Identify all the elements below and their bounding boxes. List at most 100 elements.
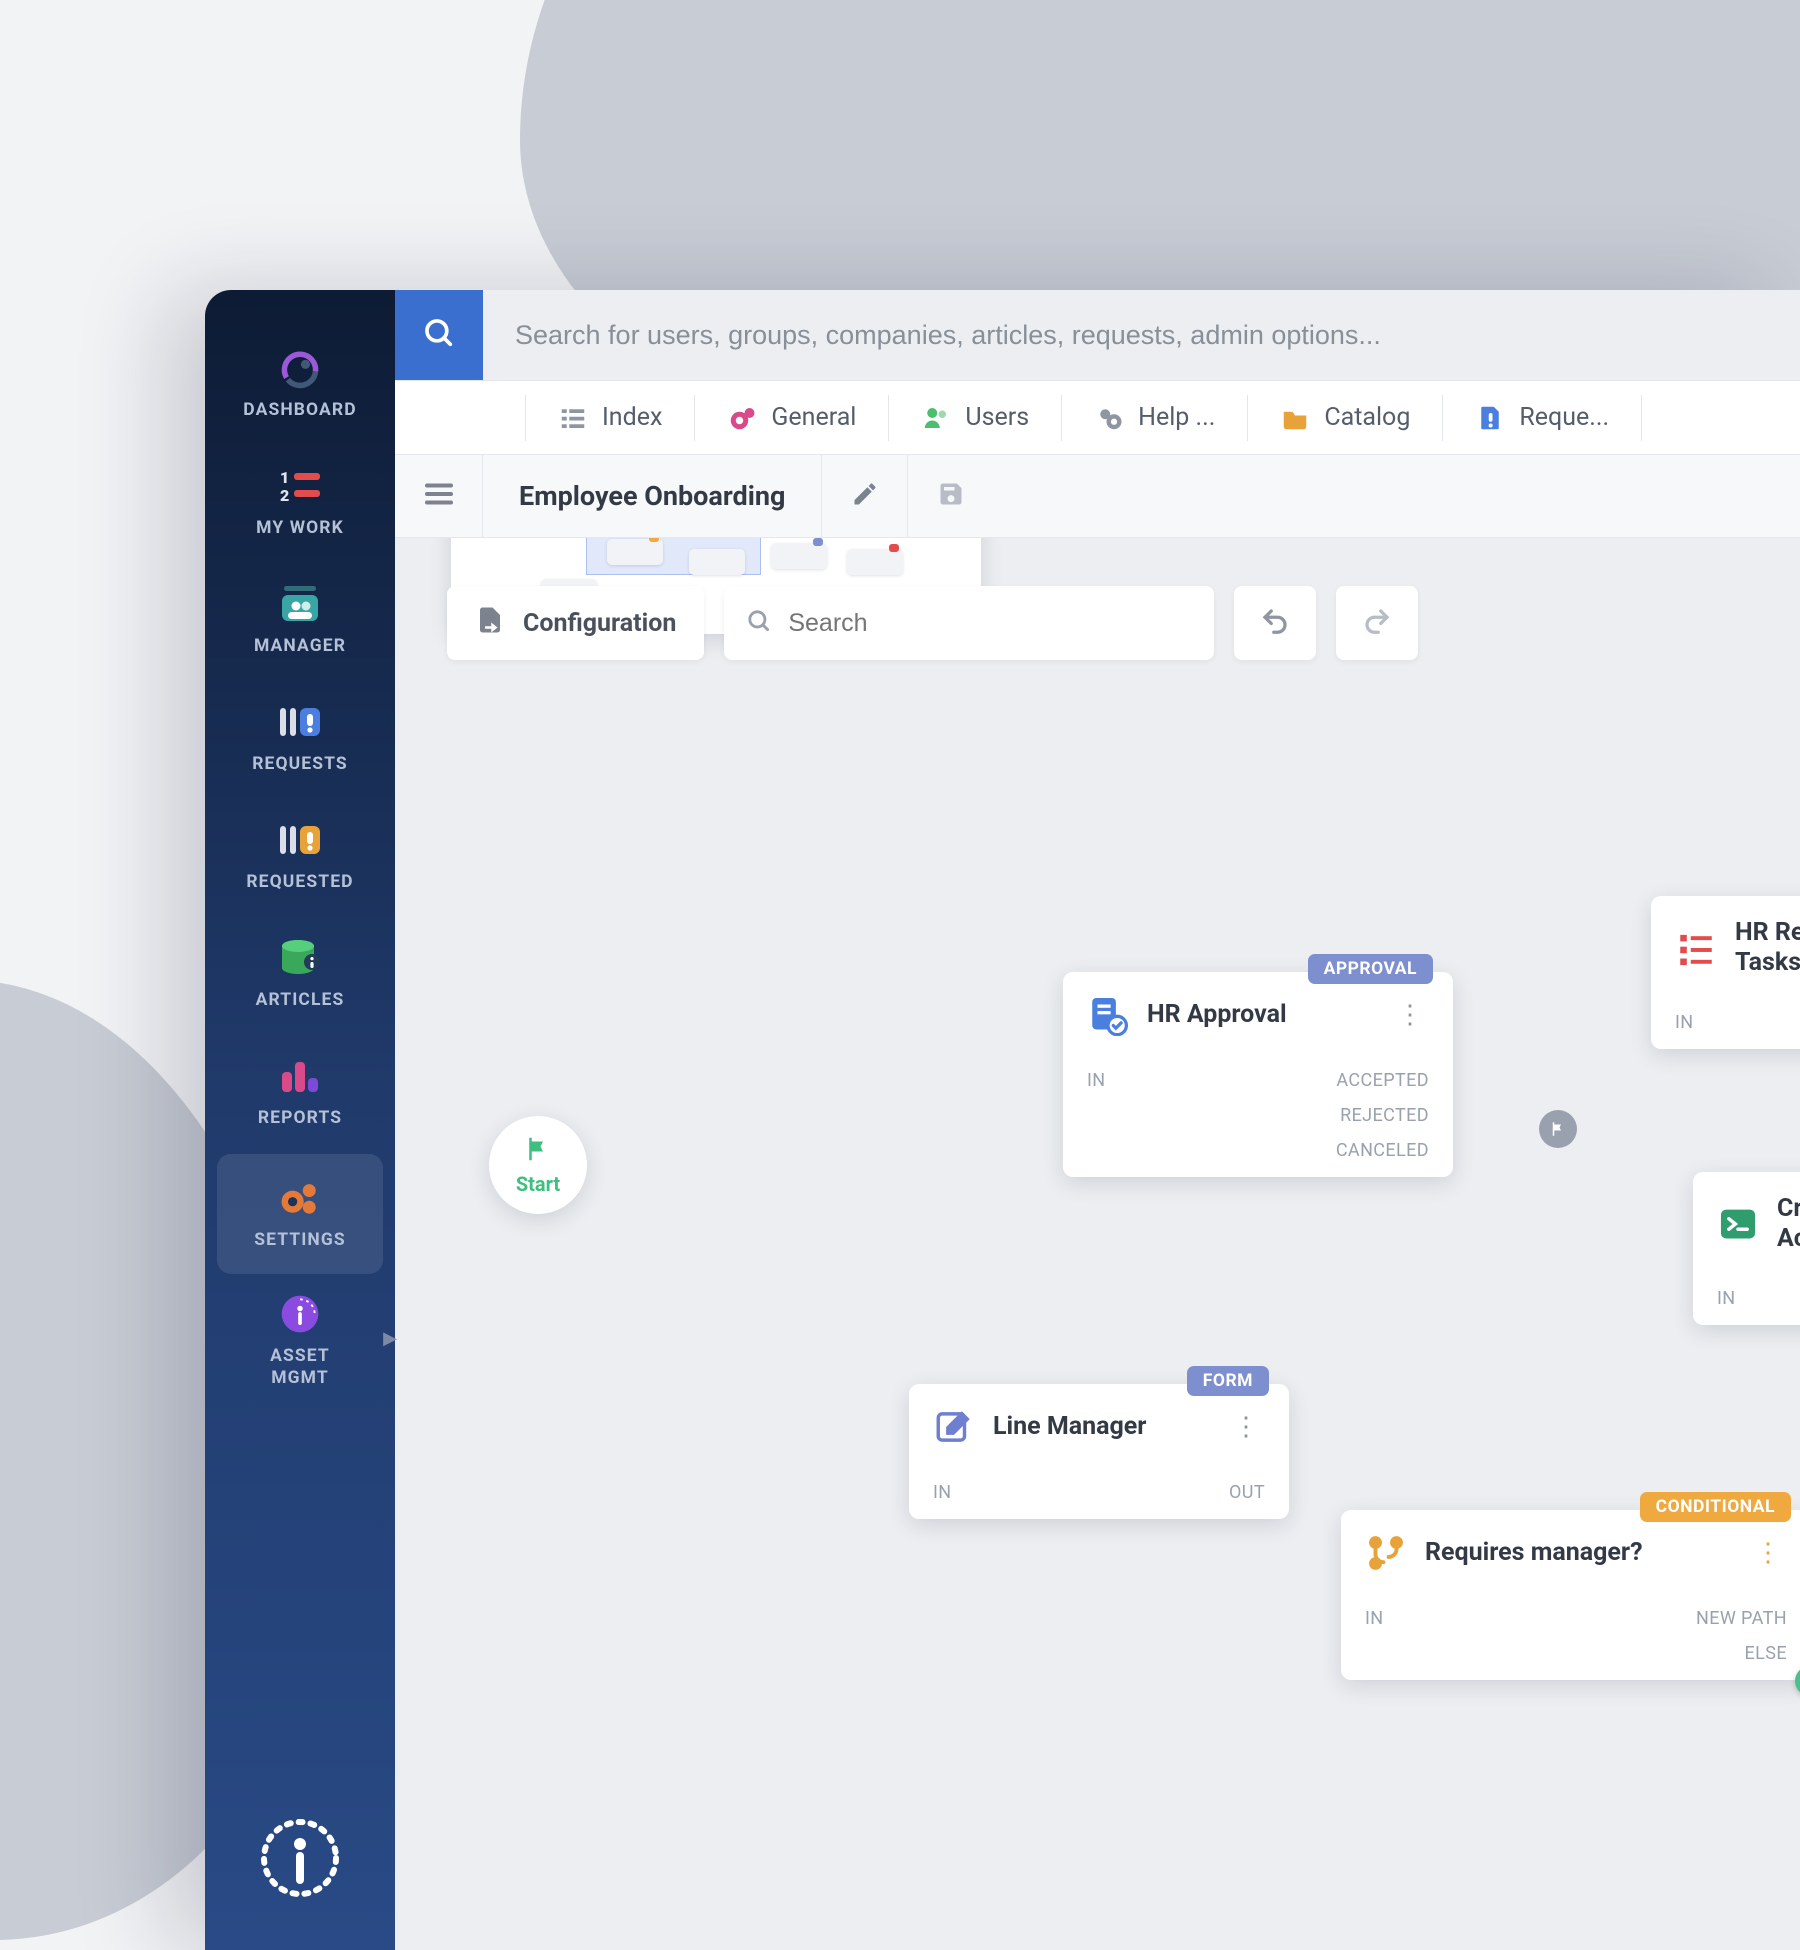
tab-label: Catalog: [1324, 403, 1410, 432]
search-icon: [422, 316, 456, 354]
sidebar-item-my-work[interactable]: 12 MY WORK: [205, 446, 395, 564]
sidebar-item-settings[interactable]: SETTINGS: [217, 1154, 383, 1274]
terminal-icon: [1717, 1203, 1759, 1245]
global-search-button[interactable]: [395, 290, 483, 380]
branch-icon: [1365, 1532, 1407, 1574]
tab-label: General: [771, 403, 856, 432]
start-label: Start: [516, 1172, 560, 1196]
tab-label: Index: [602, 403, 662, 432]
connector-flag-badge[interactable]: [1539, 1110, 1577, 1148]
sidebar-label: MANAGER: [254, 636, 346, 656]
sidebar-label: DASHBOARD: [243, 400, 356, 420]
port-else: ELSE: [1696, 1643, 1787, 1664]
sidebar-label: REQUESTS: [252, 754, 348, 774]
sidebar-item-dashboard[interactable]: DASHBOARD: [205, 328, 395, 446]
tab-label: Help ...: [1138, 403, 1215, 432]
configuration-button[interactable]: Configuration: [447, 586, 704, 660]
sidebar-label: REQUESTED: [246, 872, 353, 892]
node-title: HR Registration Tasks: [1735, 918, 1800, 978]
index-icon: [558, 403, 588, 433]
global-search-input[interactable]: [483, 290, 1800, 380]
kebab-menu[interactable]: ⋮: [1391, 1000, 1429, 1030]
app-frame: DASHBOARD 12 MY WORK MANAGER REQUESTS RE…: [205, 290, 1800, 1950]
search-icon: [746, 608, 772, 638]
page-title: Employee Onboarding: [483, 480, 821, 512]
sidebar-item-articles[interactable]: ARTICLES: [205, 918, 395, 1036]
bar-chart-icon: [275, 1054, 325, 1098]
sidebar-item-manager[interactable]: MANAGER: [205, 564, 395, 682]
undo-button[interactable]: [1234, 586, 1316, 660]
manager-icon: [275, 582, 325, 626]
sidebar-item-reports[interactable]: REPORTS: [205, 1036, 395, 1154]
sidebar-item-asset-mgmt[interactable]: ASSET MGMT ▶: [205, 1274, 395, 1406]
save-icon: [937, 480, 965, 512]
page-header: Employee Onboarding: [395, 454, 1800, 538]
kebab-menu[interactable]: ⋮: [1749, 1538, 1787, 1568]
sidebar-label: ARTICLES: [256, 990, 345, 1010]
port-canceled: CANCELED: [1336, 1140, 1429, 1161]
port-new-path: NEW PATH: [1696, 1608, 1787, 1629]
users-icon: [921, 403, 951, 433]
port-in: IN: [1717, 1288, 1736, 1309]
asset-mgmt-icon: [275, 1292, 325, 1336]
canvas-toolbar: Configuration: [395, 538, 1800, 660]
checklist-icon: [1675, 927, 1717, 969]
conditional-badge: CONDITIONAL: [1640, 1492, 1791, 1522]
workflow-start-node[interactable]: Start: [489, 1116, 587, 1214]
port-rejected: REJECTED: [1336, 1105, 1429, 1126]
tab-general[interactable]: General: [695, 395, 889, 441]
requests-icon: [275, 700, 325, 744]
node-title: Line Manager: [993, 1412, 1209, 1442]
configuration-label: Configuration: [523, 609, 676, 638]
folder-icon: [1280, 403, 1310, 433]
redo-button[interactable]: [1336, 586, 1418, 660]
sidebar-label: MY WORK: [256, 518, 344, 538]
save-button[interactable]: [907, 454, 993, 538]
tab-index[interactable]: Index: [525, 395, 695, 441]
sidebar-item-requests[interactable]: REQUESTS: [205, 682, 395, 800]
workflow-editor: Configuration: [395, 538, 1800, 1950]
edit-button[interactable]: [821, 454, 907, 538]
tab-users[interactable]: Users: [889, 395, 1062, 441]
hamburger-button[interactable]: [395, 454, 483, 538]
help-gear-icon: [1094, 403, 1124, 433]
tab-requests[interactable]: Reque...: [1443, 395, 1642, 441]
node-line-manager[interactable]: FORM Line Manager ⋮ IN OUT: [909, 1384, 1289, 1519]
flag-icon: [523, 1134, 553, 1168]
node-title: Create Azure Account: [1777, 1194, 1800, 1254]
tab-help[interactable]: Help ...: [1062, 395, 1248, 441]
brand-logo: [205, 1766, 395, 1950]
sidebar-item-requested[interactable]: REQUESTED: [205, 800, 395, 918]
svg-text:2: 2: [280, 486, 289, 505]
topbar: [395, 290, 1800, 380]
form-edit-icon: [933, 1406, 975, 1448]
sidebar-label: SETTINGS: [254, 1230, 346, 1250]
database-icon: [275, 936, 325, 980]
port-accepted: ACCEPTED: [1336, 1070, 1429, 1091]
port-in: IN: [1087, 1070, 1106, 1091]
sidebar: DASHBOARD 12 MY WORK MANAGER REQUESTS RE…: [205, 290, 395, 1950]
tab-catalog[interactable]: Catalog: [1248, 395, 1443, 441]
tab-label: Reque...: [1519, 403, 1609, 432]
form-badge: FORM: [1187, 1366, 1269, 1396]
edit-icon: [851, 480, 879, 512]
requested-icon: [275, 818, 325, 862]
gear-icon: [727, 403, 757, 433]
node-title: HR Approval: [1147, 1000, 1373, 1030]
sidebar-label: REPORTS: [258, 1108, 342, 1128]
node-requires-manager[interactable]: CONDITIONAL Requires manager? ⋮ IN: [1341, 1510, 1800, 1680]
undo-icon: [1260, 606, 1290, 640]
redo-icon: [1362, 606, 1392, 640]
port-in: IN: [1675, 1012, 1694, 1033]
canvas-search[interactable]: [724, 586, 1214, 660]
gears-icon: [275, 1176, 325, 1220]
numbered-list-icon: 12: [275, 464, 325, 508]
document-alert-icon: [1475, 403, 1505, 433]
node-hr-approval[interactable]: APPROVAL HR Approval ⋮ IN ACCEPTED REJEC…: [1063, 972, 1453, 1177]
sidebar-label: ASSET: [270, 1346, 330, 1366]
node-hr-registration-tasks[interactable]: HR Registration Tasks IN: [1651, 896, 1800, 1049]
canvas-search-input[interactable]: [788, 609, 1192, 638]
kebab-menu[interactable]: ⋮: [1227, 1412, 1265, 1442]
sidebar-label: MGMT: [271, 1368, 329, 1388]
node-create-azure-account[interactable]: Create Azure Account IN: [1693, 1172, 1800, 1325]
